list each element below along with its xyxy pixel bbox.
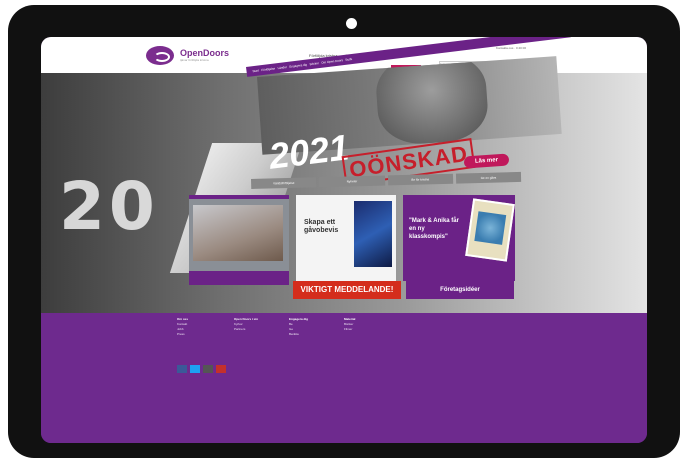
website-screen: OpenDoors tjänar förföljda kristna Förfö… xyxy=(41,37,647,443)
nav-item[interactable]: Engagera dig xyxy=(289,63,307,69)
footer-link[interactable]: Press xyxy=(177,332,188,337)
facebook-icon[interactable] xyxy=(177,365,187,373)
gift-certificate-tile[interactable]: Skapa ett gåvobevis xyxy=(296,195,396,281)
footer-link[interactable]: Filmer xyxy=(344,327,355,332)
nav-item[interactable]: Förföljelse xyxy=(261,66,275,72)
tab-persecution[interactable]: Världsförföljelse xyxy=(251,177,317,189)
footer-link[interactable]: Partners xyxy=(234,327,258,332)
book-text: "Mark & Anika får en ny klasskompis" xyxy=(409,218,459,240)
tab-give[interactable]: Ge en gåva xyxy=(455,171,522,184)
site-footer: Om oss Kontakt Jobb Press Open Doors i s… xyxy=(41,313,647,443)
youtube-icon[interactable] xyxy=(216,365,226,373)
footer-column: Engagera dig Be Ge Berätta xyxy=(289,317,308,337)
hero-year-fragment: 20 xyxy=(59,168,159,245)
monitor-mockup: OpenDoors tjänar förföljda kristna Förfö… xyxy=(0,0,688,466)
instagram-icon[interactable] xyxy=(203,365,213,373)
tab-news[interactable]: Nyheter xyxy=(319,175,385,188)
fish-logo-icon xyxy=(146,46,174,65)
nav-item[interactable]: Start xyxy=(252,68,259,73)
nav-item[interactable]: Om Open Doors xyxy=(321,58,343,65)
content-tiles: Skapa ett gåvobevis "Mark & Anika får en… xyxy=(189,195,519,287)
logo[interactable]: OpenDoors tjänar förföljda kristna xyxy=(146,46,229,65)
important-message-button[interactable]: VIKTIGT MEDDELANDE! xyxy=(293,281,401,299)
footer-link[interactable]: Berätta xyxy=(289,332,308,337)
news-photo xyxy=(193,205,283,261)
company-ideas-button[interactable]: Företagsidéer xyxy=(406,281,514,299)
book-tile[interactable]: "Mark & Anika får en ny klasskompis" xyxy=(403,195,515,281)
tab-pray[interactable]: Be för kristna xyxy=(387,173,453,186)
nav-item[interactable]: Butik xyxy=(345,57,352,62)
footer-column: Open Doors i sin Kyrkor Partners xyxy=(234,317,258,332)
camera-dot xyxy=(346,18,357,29)
logo-name: OpenDoors xyxy=(180,48,230,58)
contact-link[interactable]: Kontakta oss · 0 20 00 xyxy=(496,46,526,50)
book-cover-image xyxy=(465,198,515,262)
logo-tagline: tjänar förföljda kristna xyxy=(180,58,209,62)
news-caption-bar xyxy=(189,271,289,285)
gift-text: Skapa ett gåvobevis xyxy=(304,219,339,234)
face-photo xyxy=(374,56,490,147)
nav-item[interactable]: Länder xyxy=(277,65,287,70)
nav-item[interactable]: Böcker xyxy=(309,61,319,66)
news-photo-tile[interactable] xyxy=(189,195,289,285)
footer-column: Om oss Kontakt Jobb Press xyxy=(177,317,188,337)
footer-column: Material Böcker Filmer xyxy=(344,317,355,332)
social-links xyxy=(177,365,226,373)
twitter-icon[interactable] xyxy=(190,365,200,373)
gift-card-image xyxy=(354,201,392,267)
